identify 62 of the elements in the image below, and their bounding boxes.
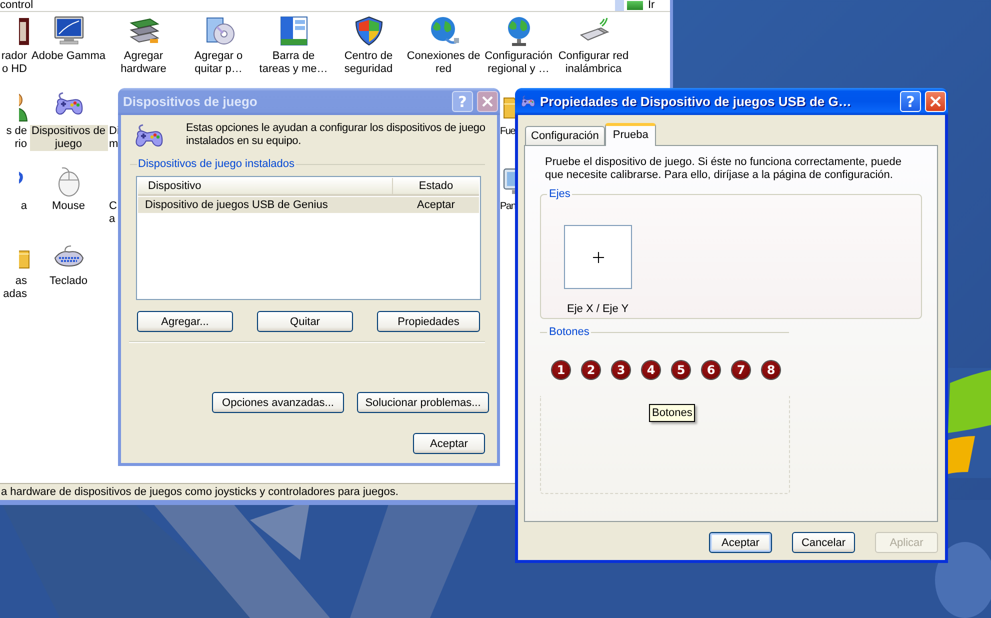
dialog-button[interactable]: Cancelar — [792, 532, 855, 553]
address-text: control — [0, 0, 34, 11]
dialog-button[interactable]: Solucionar problemas... — [357, 392, 489, 413]
item-label[interactable]: C a — [109, 200, 117, 226]
list-cell-text: Dispositivo de juegos USB de Genius — [144, 198, 329, 213]
group-label: Ejes — [548, 188, 572, 200]
description-text: Pruebe el dispositivo de juego. Si éste no funciona correctamente, puede que necesite calibrarse. Para ello, diríjase a la página de configuración. — [544, 156, 903, 182]
go-button[interactable] — [626, 0, 644, 11]
item-label[interactable]: Dispositivos de juego — [30, 125, 108, 151]
button-indicator: 4 — [642, 361, 660, 379]
tab[interactable]: Configuración — [525, 126, 605, 145]
dialog-button[interactable]: Agregar... — [137, 311, 233, 332]
item-label[interactable]: Mouse — [50, 200, 88, 213]
item-label[interactable]: as adas — [3, 275, 31, 301]
axis-caption: Eje X / Eje Y — [567, 303, 629, 315]
group-label: Dispositivos de juego instalados — [137, 158, 296, 170]
window-title: Dispositivos de juego — [123, 94, 258, 109]
button-indicator: 3 — [612, 361, 630, 379]
list-row[interactable]: Dispositivo de juegos USB de Genius Aceptar — [138, 197, 479, 213]
window-title: Propiedades de Dispositivo de juegos USB de G… — [540, 94, 852, 109]
group-label: Botones — [548, 326, 590, 338]
item-label[interactable]: Fue — [500, 125, 516, 138]
dialog-button[interactable]: Quitar — [257, 311, 353, 332]
button-indicator: 2 — [582, 361, 600, 379]
device-icon[interactable] — [19, 15, 31, 47]
item-label[interactable]: Agregar o quitar p… — [192, 50, 245, 76]
button-indicator: 8 — [762, 361, 780, 379]
item-label[interactable]: Centro de seguridad — [342, 50, 395, 76]
tab[interactable]: Prueba — [604, 123, 656, 146]
device-list[interactable]: Dispositivo Estado Dispositivo de juegos USB de Genius Aceptar — [136, 176, 481, 300]
column-header[interactable]: Estado — [393, 178, 479, 194]
go-label: Ir — [648, 0, 656, 11]
item-label[interactable]: Agregar hardware — [118, 50, 168, 76]
dialog-button[interactable]: Aceptar — [709, 532, 772, 553]
monitor-icon[interactable] — [52, 15, 84, 47]
button-indicator: 7 — [732, 361, 750, 379]
list-cell-text: Aceptar — [416, 198, 456, 213]
item-label[interactable]: s de rio — [6, 125, 31, 151]
item-label[interactable]: Barra de tareas y me… — [257, 50, 330, 76]
intro-text: Estas opciones le ayudan a configurar los dispositivos de juego instalados en su equipo. — [186, 122, 486, 149]
dialog-button[interactable]: Opciones avanzadas... — [212, 392, 344, 413]
column-header[interactable]: Dispositivo — [138, 178, 393, 194]
button-indicator: 5 — [672, 361, 690, 379]
tooltip: Botones — [649, 404, 696, 422]
item-label[interactable]: Adobe Gamma — [30, 50, 108, 63]
taskbar-icon[interactable] — [278, 15, 310, 47]
ok-button[interactable]: Aceptar — [413, 433, 485, 454]
item-label[interactable]: Configuración regional y … — [482, 50, 554, 76]
item-label[interactable]: Teclado — [48, 275, 90, 288]
crosshair-icon — [592, 252, 604, 262]
button-indicator: 6 — [702, 361, 720, 379]
item-label[interactable]: Conexiones de red — [404, 50, 482, 76]
dialog-button[interactable]: Propiedades — [377, 311, 480, 332]
close-icon — [482, 96, 493, 107]
close-icon — [930, 96, 941, 107]
shield-icon[interactable] — [352, 15, 384, 47]
button-indicator: 1 — [552, 361, 570, 379]
gamepad-icon — [520, 94, 536, 108]
item-label[interactable]: Configurar red inalámbrica — [556, 50, 631, 76]
help-button[interactable]: ? — [900, 91, 921, 112]
item-label[interactable]: rador o HD — [1, 50, 31, 76]
item-label[interactable]: a — [20, 200, 31, 213]
